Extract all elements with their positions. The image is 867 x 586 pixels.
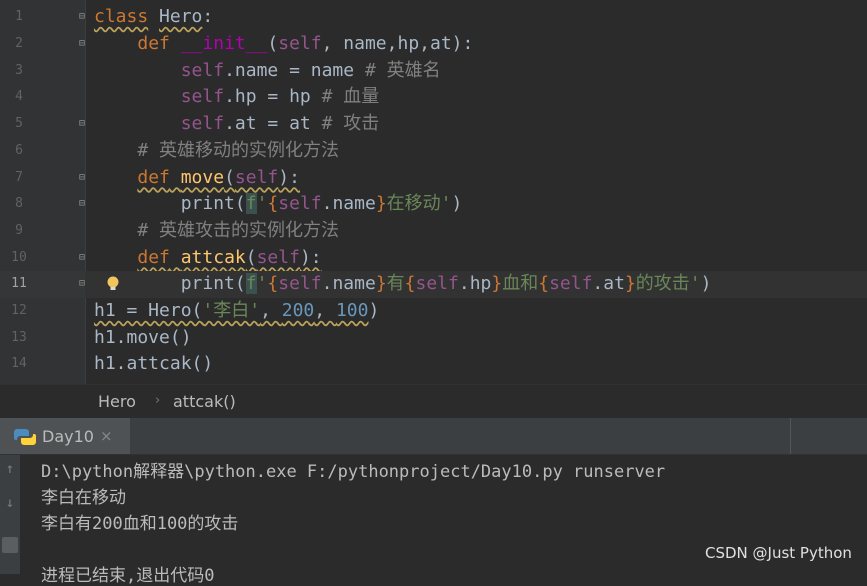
- gutter-cell: 8 ⊟: [0, 191, 85, 218]
- code-line-9[interactable]: 9 # 英雄攻击的实例化方法: [0, 218, 867, 245]
- gutter-cell: 12: [0, 298, 85, 325]
- code-line-1[interactable]: 1 ⊟ class Hero:: [0, 4, 867, 31]
- gutter-cell: 3: [0, 58, 85, 85]
- code-text: self.hp = hp # 血量: [180, 86, 380, 108]
- arrow-down-icon[interactable]: ↓: [0, 495, 20, 511]
- gutter-cell: 14: [0, 351, 85, 378]
- breadcrumb: Hero › attcak(): [0, 384, 867, 418]
- line-number: 8: [15, 196, 23, 212]
- code-text: def move(self):: [137, 166, 300, 188]
- code-text: self.name = name # 英雄名: [180, 59, 441, 81]
- code-text: self.at = at # 攻击: [180, 113, 380, 135]
- code-line-8[interactable]: 8 ⊟ print(f'{self.name}在移动'): [0, 191, 867, 218]
- code-text: print(f'{self.name}在移动'): [180, 193, 463, 215]
- run-tab-day10[interactable]: Day10 ×: [0, 418, 130, 454]
- arrow-up-icon[interactable]: ↑: [0, 461, 20, 477]
- line-number: 5: [15, 116, 23, 132]
- code-line-11[interactable]: 11 ⊟ print(f'{self.name}有{self.hp}血和{sel…: [0, 271, 867, 298]
- gutter-cell: 13: [0, 325, 85, 352]
- console-line: D:\python解释器\python.exe F:/pythonproject…: [41, 462, 666, 482]
- code-text: class Hero:: [94, 6, 214, 27]
- fold-end-icon[interactable]: ⊟: [76, 278, 88, 290]
- line-number: 3: [15, 62, 23, 78]
- run-tool-tabbar: Day10 ×: [0, 418, 867, 455]
- code-line-13[interactable]: 13 h1.move(): [0, 325, 867, 352]
- line-number: 10: [11, 249, 27, 265]
- gutter-cell: 9: [0, 218, 85, 245]
- code-text: h1.attcak(): [94, 353, 214, 375]
- breadcrumb-separator-icon: ›: [155, 393, 161, 408]
- line-number: 11: [11, 276, 27, 292]
- line-number: 7: [15, 169, 23, 185]
- gutter-cell: 2 ⊟: [0, 31, 85, 58]
- line-number: 14: [11, 356, 27, 372]
- code-text: h1 = Hero('李白', 200, 100): [94, 300, 380, 321]
- fold-marker-icon[interactable]: ⊟: [76, 172, 88, 184]
- python-icon: [14, 429, 36, 445]
- line-number: 1: [15, 9, 23, 24]
- tab-divider: [790, 418, 791, 454]
- fold-marker-icon[interactable]: ⊟: [76, 11, 88, 23]
- fold-end-icon[interactable]: ⊟: [76, 118, 88, 130]
- code-line-10[interactable]: 10 ⊟ def attcak(self):: [0, 245, 867, 272]
- console-line: 李白在移动: [41, 488, 126, 508]
- code-editor[interactable]: 1 ⊟ class Hero: 2 ⊟ def __init__(self, n…: [0, 0, 867, 384]
- fold-end-icon[interactable]: ⊟: [76, 198, 88, 210]
- watermark: CSDN @Just Python: [705, 544, 852, 562]
- code-text: # 英雄攻击的实例化方法: [137, 219, 340, 241]
- line-number: 12: [11, 303, 27, 318]
- breadcrumb-class[interactable]: Hero: [98, 392, 136, 411]
- line-number: 9: [15, 222, 23, 238]
- line-number: 13: [11, 329, 27, 345]
- code-text: print(f'{self.name}有{self.hp}血和{self.at}…: [180, 273, 712, 295]
- gutter-cell: 11 ⊟: [0, 271, 85, 298]
- console-toolbar: ↑ ↓: [0, 455, 20, 574]
- code-text: def attcak(self):: [137, 246, 322, 268]
- line-number: 4: [15, 89, 23, 105]
- close-icon[interactable]: ×: [100, 427, 113, 445]
- code-text: def __init__(self, name,hp,at):: [137, 33, 474, 54]
- run-tab-label: Day10: [42, 427, 94, 446]
- code-line-12[interactable]: 12 h1 = Hero('李白', 200, 100): [0, 298, 867, 325]
- soft-wrap-icon[interactable]: [2, 537, 18, 553]
- gutter-cell: 1 ⊟: [0, 4, 85, 31]
- line-number: 6: [15, 142, 23, 158]
- code-text: h1.move(): [94, 326, 192, 348]
- line-number: 2: [15, 36, 23, 51]
- console-line: 李白有200血和100的攻击: [41, 514, 239, 534]
- code-line-2[interactable]: 2 ⊟ def __init__(self, name,hp,at):: [0, 31, 867, 58]
- code-line-14[interactable]: 14 h1.attcak(): [0, 351, 867, 378]
- code-line-6[interactable]: 6 # 英雄移动的实例化方法: [0, 138, 867, 165]
- gutter-cell: 5 ⊟: [0, 111, 85, 138]
- code-line-4[interactable]: 4 self.hp = hp # 血量: [0, 84, 867, 111]
- gutter-cell: 4: [0, 84, 85, 111]
- gutter-cell: 7 ⊟: [0, 165, 85, 192]
- breadcrumb-method[interactable]: attcak(): [173, 392, 236, 411]
- fold-marker-icon[interactable]: ⊟: [76, 38, 88, 50]
- gutter-cell: 6: [0, 138, 85, 165]
- fold-marker-icon[interactable]: ⊟: [76, 252, 88, 264]
- gutter-cell: 10 ⊟: [0, 245, 85, 272]
- code-line-7[interactable]: 7 ⊟ def move(self):: [0, 165, 867, 192]
- code-line-5[interactable]: 5 ⊟ self.at = at # 攻击: [0, 111, 867, 138]
- code-line-3[interactable]: 3 self.name = name # 英雄名: [0, 58, 867, 85]
- code-text: # 英雄移动的实例化方法: [137, 139, 340, 161]
